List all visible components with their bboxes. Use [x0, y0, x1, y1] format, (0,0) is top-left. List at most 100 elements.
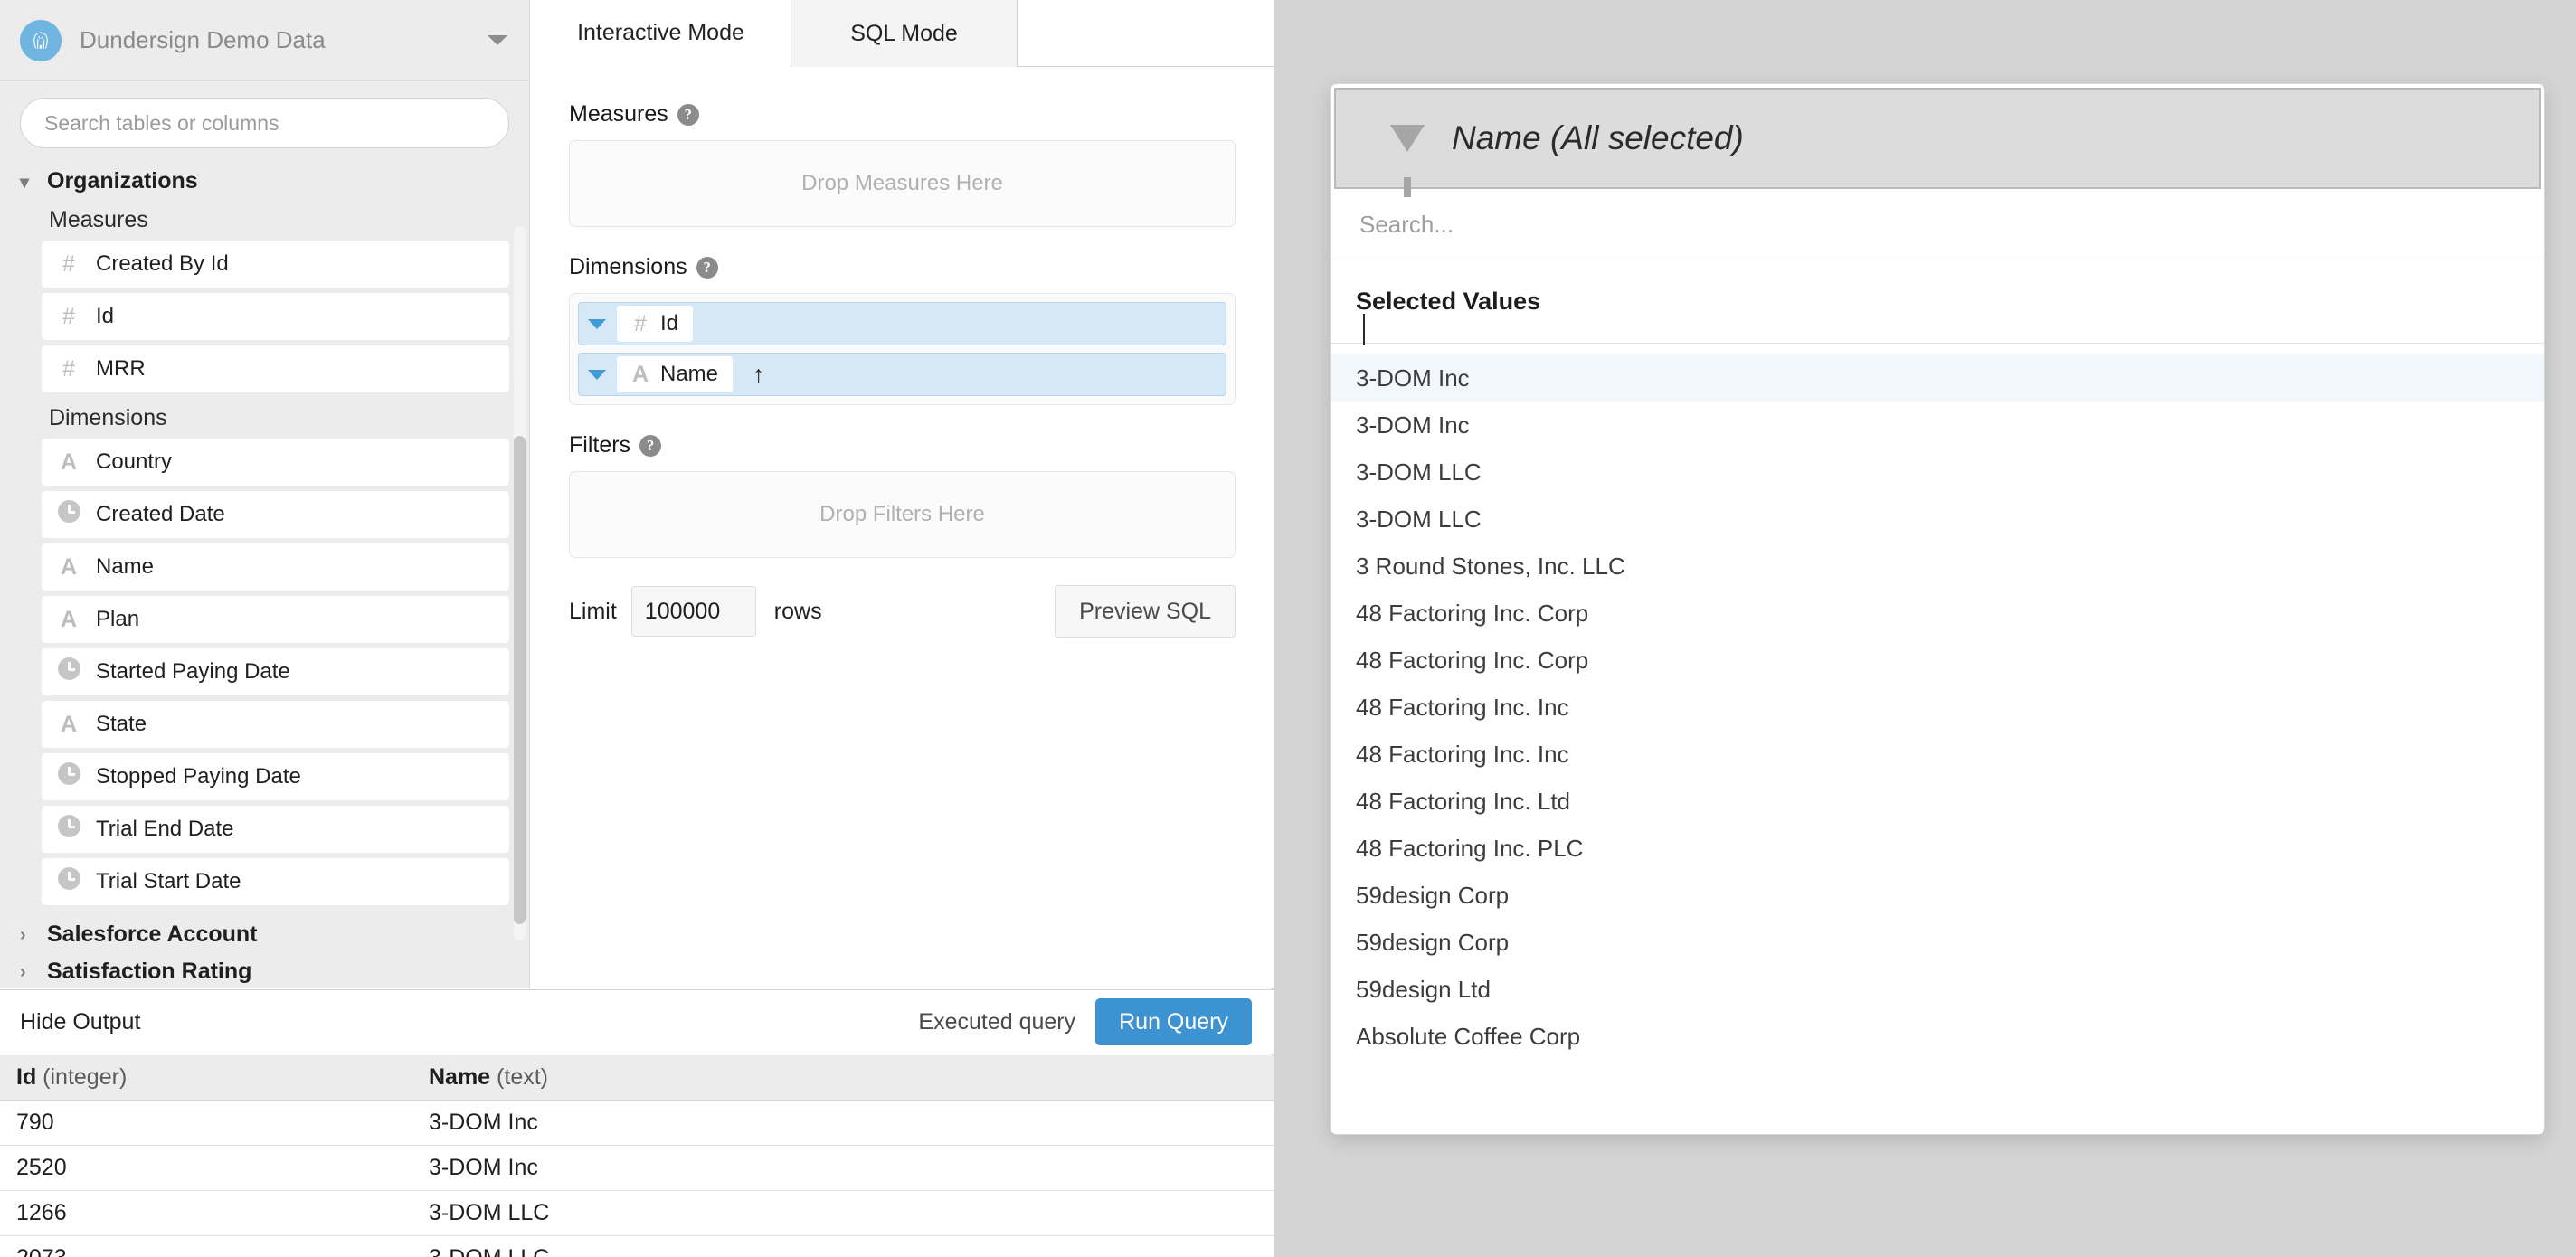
list-item[interactable]: 48 Factoring Inc. Inc	[1331, 731, 2544, 778]
cell-id: 1266	[16, 1200, 67, 1225]
selected-values-heading: Selected Values	[1331, 260, 2544, 344]
tree-table-organizations[interactable]: ▾ Organizations	[0, 163, 529, 200]
list-item[interactable]: 3 Round Stones, Inc. LLC	[1331, 543, 2544, 590]
sidebar-scrollbar[interactable]	[514, 226, 526, 940]
clock-icon	[56, 657, 81, 686]
field-item[interactable]: # Created By Id	[42, 241, 509, 288]
data-sidebar: Dundersign Demo Data ▾ Organizations Mea…	[0, 0, 530, 988]
table-row[interactable]: 2520 3-DOM Inc	[0, 1146, 1274, 1191]
list-item[interactable]: 59design Ltd	[1331, 966, 2544, 1013]
hide-output-button[interactable]: Hide Output	[20, 1009, 140, 1035]
field-label: Trial Start Date	[96, 869, 242, 893]
help-circle-icon[interactable]: ?	[639, 434, 662, 457]
field-item[interactable]: Trial End Date	[42, 806, 509, 853]
alpha-icon: A	[631, 361, 649, 387]
dimensions-group-label: Dimensions	[49, 405, 167, 430]
field-label: Country	[96, 449, 173, 474]
preview-sql-button[interactable]: Preview SQL	[1055, 585, 1236, 638]
run-query-button[interactable]: Run Query	[1095, 998, 1252, 1045]
dimensions-dropzone[interactable]: # Id A Name ↑	[569, 293, 1236, 405]
dimension-chip[interactable]: # Id	[617, 306, 694, 342]
limit-row: Limit rows Preview SQL	[569, 585, 1236, 638]
column-header-id[interactable]: Id (integer)	[0, 1064, 416, 1091]
dimensions-label-text: Dimensions	[569, 254, 687, 279]
dimensions-field-list: A Country Created Date A Name A Plan Sta…	[0, 439, 529, 905]
database-selector[interactable]: Dundersign Demo Data	[0, 0, 529, 81]
measures-dropzone-text: Drop Measures Here	[801, 171, 1003, 195]
list-item[interactable]: 48 Factoring Inc. Inc	[1331, 684, 2544, 731]
caret-down-icon[interactable]	[588, 369, 606, 380]
tree-table-satisfaction-rating[interactable]: › Satisfaction Rating	[0, 953, 529, 988]
table-row[interactable]: 790 3-DOM Inc	[0, 1101, 1274, 1146]
list-item[interactable]: Absolute Coffee Corp	[1331, 1013, 2544, 1060]
filter-search-input[interactable]	[1334, 189, 2541, 260]
help-circle-icon[interactable]: ?	[696, 256, 718, 279]
list-item[interactable]: 3-DOM LLC	[1331, 449, 2544, 496]
list-item[interactable]: 3-DOM LLC	[1331, 496, 2544, 543]
clock-icon	[56, 815, 81, 844]
measures-dropzone[interactable]: Drop Measures Here	[569, 140, 1236, 227]
column-type: (integer)	[43, 1064, 128, 1090]
funnel-icon	[1390, 125, 1425, 197]
cell-id: 790	[16, 1110, 54, 1135]
dimension-chip[interactable]: A Name	[617, 356, 734, 392]
tab-interactive-mode[interactable]: Interactive Mode	[531, 0, 791, 67]
field-item[interactable]: A Country	[42, 439, 509, 486]
column-name: Name	[429, 1064, 491, 1090]
clock-icon	[56, 500, 81, 529]
filters-dropzone-text: Drop Filters Here	[819, 502, 985, 526]
field-label: Created Date	[96, 502, 225, 526]
dimension-pill-id[interactable]: # Id	[578, 302, 1226, 345]
dimension-chip-label: Id	[660, 311, 679, 336]
dimensions-section-label: Dimensions ?	[569, 254, 1236, 280]
filters-dropzone[interactable]: Drop Filters Here	[569, 471, 1236, 558]
list-item[interactable]: 3-DOM Inc	[1331, 402, 2544, 449]
table-row[interactable]: 1266 3-DOM LLC	[0, 1191, 1274, 1236]
sidebar-scrollbar-thumb[interactable]	[514, 436, 526, 924]
dimension-pill-name[interactable]: A Name ↑	[578, 353, 1226, 396]
help-circle-icon[interactable]: ?	[677, 103, 699, 126]
filter-value-panel: Name (All selected) Selected Values 3-DO…	[1330, 83, 2545, 1135]
filter-value-list: 3-DOM Inc 3-DOM Inc 3-DOM LLC 3-DOM LLC …	[1331, 344, 2544, 1060]
measures-group-label: Measures	[49, 207, 148, 232]
field-item[interactable]: A Plan	[42, 596, 509, 643]
field-item[interactable]: Started Paying Date	[42, 648, 509, 695]
list-item[interactable]: 59design Corp	[1331, 919, 2544, 966]
field-label: State	[96, 712, 147, 736]
column-type: (text)	[497, 1064, 548, 1090]
field-item[interactable]: A State	[42, 701, 509, 748]
column-header-name[interactable]: Name (text)	[416, 1064, 1274, 1091]
list-item[interactable]: 59design Corp	[1331, 872, 2544, 919]
field-item[interactable]: A Name	[42, 543, 509, 591]
table-row[interactable]: 2073 3-DOM LLC	[0, 1236, 1274, 1257]
schema-tree: ▾ Organizations Measures # Created By Id…	[0, 157, 529, 988]
field-item[interactable]: Created Date	[42, 491, 509, 538]
cell-name: 3-DOM Inc	[429, 1155, 538, 1180]
tree-table-label: Salesforce Account	[47, 921, 258, 947]
limit-input[interactable]	[630, 586, 756, 637]
filter-panel-header[interactable]: Name (All selected)	[1334, 88, 2541, 197]
query-builder: Interactive Mode SQL Mode Measures ? Dro…	[531, 0, 1274, 988]
cell-name: 3-DOM LLC	[416, 1245, 1274, 1257]
list-item[interactable]: 48 Factoring Inc. Corp	[1331, 590, 2544, 637]
field-label: Id	[96, 304, 115, 328]
list-item[interactable]: 3-DOM Inc	[1331, 354, 2544, 402]
field-label: Created By Id	[96, 251, 229, 276]
search-input[interactable]	[20, 98, 509, 148]
sort-ascending-icon[interactable]: ↑	[753, 361, 765, 389]
field-item[interactable]: # Id	[42, 293, 509, 340]
tab-sql-mode[interactable]: SQL Mode	[791, 0, 1018, 67]
field-item[interactable]: # MRR	[42, 345, 509, 392]
list-item[interactable]: 48 Factoring Inc. Ltd	[1331, 778, 2544, 825]
field-item[interactable]: Trial Start Date	[42, 858, 509, 905]
text-cursor	[1363, 314, 1365, 345]
sidebar-search-container	[0, 81, 529, 157]
tree-table-salesforce-account[interactable]: › Salesforce Account	[0, 916, 529, 953]
caret-down-icon[interactable]	[588, 318, 606, 329]
builder-body: Measures ? Drop Measures Here Dimensions…	[531, 67, 1274, 638]
list-item[interactable]: 48 Factoring Inc. Corp	[1331, 637, 2544, 684]
list-item[interactable]: 48 Factoring Inc. PLC	[1331, 825, 2544, 872]
field-item[interactable]: Stopped Paying Date	[42, 753, 509, 800]
chevron-down-icon[interactable]	[488, 35, 507, 45]
filter-search-container	[1331, 189, 2544, 260]
